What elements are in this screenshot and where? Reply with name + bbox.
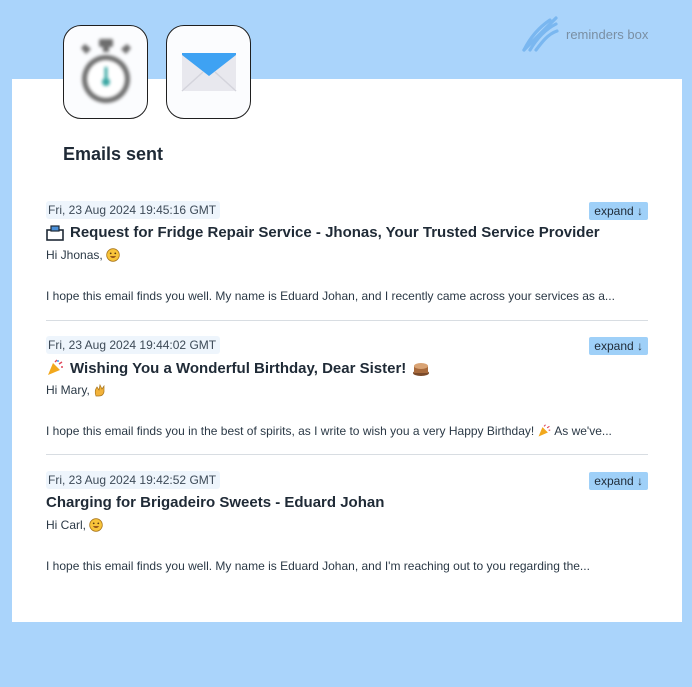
divider [46,454,648,455]
party-popper-icon [538,424,551,437]
email-greeting: Hi Mary, [46,383,107,397]
email-preview: I hope this email finds you well. My nam… [46,289,615,303]
brand-label: reminders box [566,26,649,42]
email-timestamp: Fri, 23 Aug 2024 19:42:52 GMT [46,471,221,489]
email-subject[interactable]: Request for Fridge Repair Service - Jhon… [46,224,648,241]
mail-tile[interactable] [166,25,251,119]
expand-button[interactable]: expand ↓ [589,202,648,220]
email-timestamp: Fri, 23 Aug 2024 19:44:02 GMT [46,336,221,354]
cake-icon [413,363,430,376]
email-preview-text: I hope this email finds you in the best … [46,424,535,438]
timer-tile[interactable] [63,25,148,119]
stopwatch-icon [80,39,131,103]
toolbox-icon [46,224,64,241]
email-subject-text: Request for Fridge Repair Service - Jhon… [70,224,600,241]
email-greeting-text: Hi Jhonas, [46,248,103,262]
email-preview-text-end: As we've... [554,424,612,438]
waving-hands-icon [94,383,105,397]
feather-logo-icon [522,16,559,52]
email-timestamp: Fri, 23 Aug 2024 19:45:16 GMT [46,201,221,219]
expand-button[interactable]: expand ↓ [589,337,648,355]
section-title: Emails sent [63,144,164,164]
email-greeting: Hi Jhonas, [46,248,120,262]
email-subject[interactable]: Wishing You a Wonderful Birthday, Dear S… [46,359,648,377]
smile-emoji-icon [89,518,103,532]
expand-button[interactable]: expand ↓ [589,472,648,490]
smile-emoji-icon [106,248,120,262]
brand-logo: reminders box [520,14,648,54]
envelope-icon [180,53,237,92]
party-popper-icon [48,359,63,375]
email-greeting-text: Hi Mary, [46,383,90,397]
email-subject-text: Wishing You a Wonderful Birthday, Dear S… [70,359,407,377]
divider [46,320,648,321]
email-greeting: Hi Carl, [46,518,103,532]
email-greeting-text: Hi Carl, [46,518,87,532]
email-preview: I hope this email finds you well. My nam… [46,559,590,573]
email-subject[interactable]: Charging for Brigadeiro Sweets - Eduard … [46,494,648,511]
email-preview: I hope this email finds you in the best … [46,424,648,438]
email-subject-text: Charging for Brigadeiro Sweets - Eduard … [46,494,385,511]
